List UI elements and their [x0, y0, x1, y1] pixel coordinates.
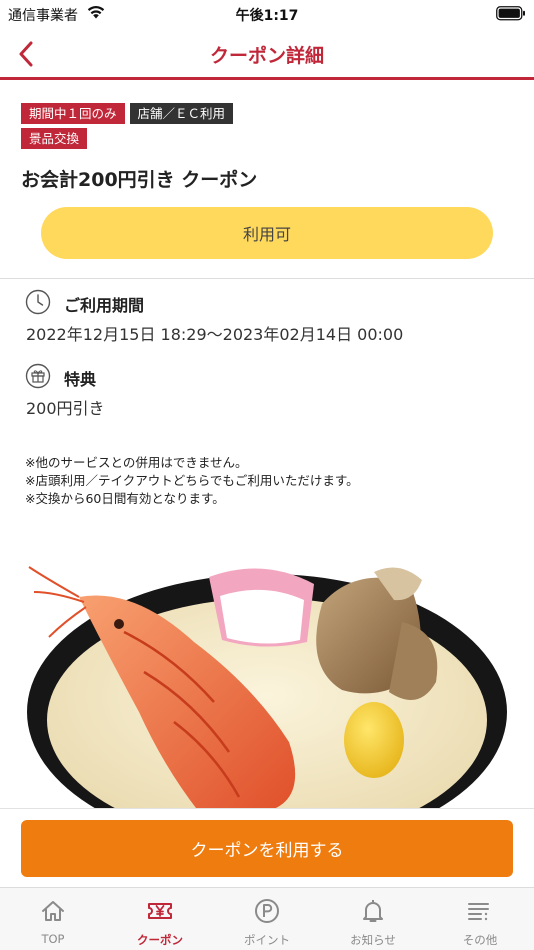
status-bar: 通信事業者 午後1:17 — [0, 0, 534, 28]
tag-once-per-period: 期間中１回のみ — [21, 103, 125, 124]
tab-top[interactable]: TOP — [0, 888, 106, 950]
tab-news[interactable]: お知らせ — [320, 888, 426, 950]
chevron-left-icon — [19, 41, 33, 67]
bell-icon — [363, 900, 383, 922]
tag-store-ec: 店舗／ＥＣ利用 — [129, 103, 234, 124]
coupon-tags: 期間中１回のみ 店舗／ＥＣ利用 景品交換 — [21, 103, 501, 153]
gift-icon — [25, 363, 51, 389]
point-icon — [255, 899, 279, 923]
note-line: ※店頭利用／テイクアウトどちらでもご利用いただけます。 — [25, 473, 359, 488]
page-title: クーポン詳細 — [209, 45, 324, 67]
clock-icon — [25, 289, 51, 315]
coupon-icon — [148, 903, 172, 919]
tag-prize-exchange: 景品交換 — [21, 128, 88, 149]
tab-bar: TOP クーポン ポイント お知らせ その他 — [0, 887, 534, 950]
note-line: ※交換から60日間有効となります。 — [25, 491, 225, 506]
tab-label: TOP — [41, 932, 65, 946]
coupon-product-image — [24, 562, 510, 812]
clock: 午後1:17 — [235, 8, 299, 24]
status-badge: 利用可 — [41, 207, 493, 259]
tab-point[interactable]: ポイント — [214, 888, 320, 950]
coupon-notes: ※他のサービスとの併用はできません。 ※店頭利用／テイクアウトどちらでもご利用い… — [25, 454, 359, 508]
period-label: ご利用期間 — [64, 296, 145, 315]
use-coupon-button[interactable]: クーポンを利用する — [21, 820, 513, 877]
navigation-bar: クーポン詳細 — [0, 28, 534, 80]
tab-label: お知らせ — [350, 933, 396, 947]
tab-coupon[interactable]: クーポン — [107, 888, 213, 950]
period-value: 2022年12月15日 18:29～2023年02月14日 00:00 — [26, 325, 404, 344]
benefit-label: 特典 — [64, 370, 97, 389]
back-button[interactable] — [10, 38, 42, 70]
tab-label: クーポン — [137, 933, 183, 947]
tab-other[interactable]: その他 — [427, 888, 533, 950]
battery-icon — [496, 6, 525, 21]
benefit-value: 200円引き — [26, 399, 105, 418]
menu-icon — [468, 903, 489, 921]
bottom-action-area: クーポンを利用する — [0, 808, 534, 888]
home-icon — [42, 901, 64, 921]
tab-label: その他 — [462, 933, 498, 947]
divider — [0, 278, 534, 279]
coupon-title: お会計200円引き クーポン — [21, 169, 258, 191]
note-line: ※他のサービスとの併用はできません。 — [25, 455, 248, 470]
tab-label: ポイント — [244, 933, 290, 947]
